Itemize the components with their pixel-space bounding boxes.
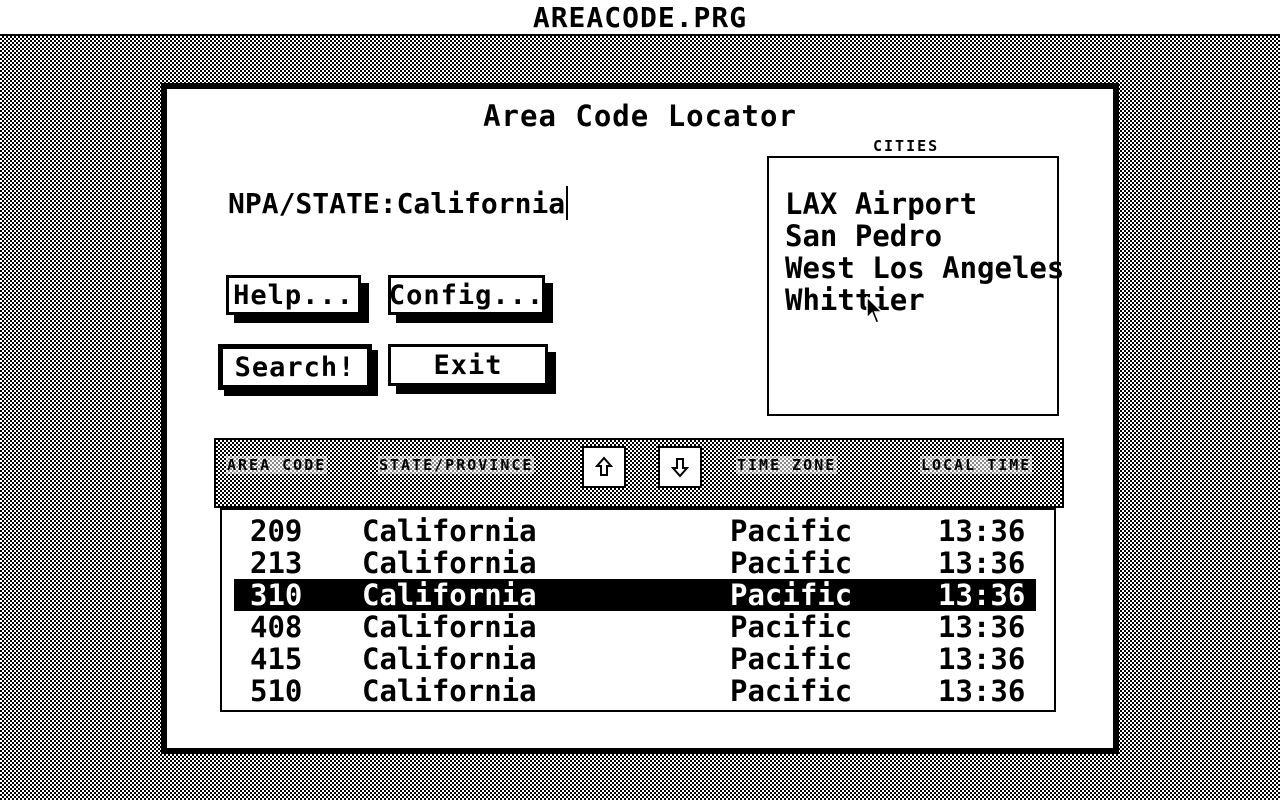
local-time-cell: 13:36 [938,514,1026,548]
area-code-cell: 510 [250,674,303,708]
scroll-down-button[interactable] [658,446,702,488]
state-cell: California [362,514,537,548]
table-row[interactable]: 510 California Pacific 13:36 [222,675,1054,707]
local-time-cell: 13:36 [938,546,1026,580]
area-code-list[interactable]: 209 California Pacific 13:36 213 Califor… [220,508,1056,712]
time-zone-cell: Pacific [730,610,853,644]
state-cell: California [362,610,537,644]
config-button[interactable]: Config... [388,275,545,315]
area-code-cell: 415 [250,642,303,676]
local-time-cell: 13:36 [938,642,1026,676]
npa-state-label: NPA/STATE: [228,186,397,220]
cities-label: CITIES [873,137,940,155]
area-code-cell: 213 [250,546,303,580]
exit-button[interactable]: Exit [388,344,548,386]
state-cell: California [362,674,537,708]
city-item[interactable]: LAX Airport [785,188,1057,220]
table-row-selected[interactable]: 310 California Pacific 13:36 [234,579,1036,611]
table-row[interactable]: 209 California Pacific 13:36 [222,515,1054,547]
header-local-time: LOCAL TIME [920,456,1033,474]
table-row[interactable]: 213 California Pacific 13:36 [222,547,1054,579]
table-header-bar: AREA CODE STATE/PROVINCE TIME ZONE LOCAL… [214,438,1064,508]
window-title-bar[interactable]: AREACODE.PRG [0,0,1280,36]
time-zone-cell: Pacific [730,514,853,548]
city-item[interactable]: Whittier [785,284,1057,316]
scroll-up-button[interactable] [582,446,626,488]
city-item[interactable]: San Pedro [785,220,1057,252]
header-time-zone: TIME ZONE [736,456,838,474]
time-zone-cell: Pacific [730,674,853,708]
help-button[interactable]: Help... [226,275,361,315]
window-title: AREACODE.PRG [532,0,748,34]
npa-state-value[interactable]: California [397,187,566,220]
time-zone-cell: Pacific [730,642,853,676]
table-row[interactable]: 408 California Pacific 13:36 [222,611,1054,643]
text-cursor [566,186,569,220]
state-cell: California [362,546,537,580]
header-area-code: AREA CODE [226,456,328,474]
npa-state-input[interactable]: NPA/STATE: California [228,185,569,221]
search-button[interactable]: Search! [218,344,372,390]
local-time-cell: 13:36 [938,578,1026,612]
city-item[interactable]: West Los Angeles [785,252,1064,284]
table-row[interactable]: 415 California Pacific 13:36 [222,643,1054,675]
state-cell: California [362,642,537,676]
down-arrow-icon [671,458,689,478]
local-time-cell: 13:36 [938,610,1026,644]
time-zone-cell: Pacific [730,546,853,580]
local-time-cell: 13:36 [938,674,1026,708]
area-code-locator-dialog: Area Code Locator NPA/STATE: California … [161,83,1119,754]
header-state-province: STATE/PROVINCE [378,456,535,474]
time-zone-cell: Pacific [730,578,853,612]
area-code-cell: 310 [250,578,303,612]
dialog-title: Area Code Locator [483,99,797,133]
cities-list[interactable]: LAX Airport San Pedro West Los Angeles W… [767,156,1064,416]
area-code-cell: 408 [250,610,303,644]
up-arrow-icon [595,456,613,476]
area-code-cell: 209 [250,514,303,548]
state-cell: California [362,578,537,612]
